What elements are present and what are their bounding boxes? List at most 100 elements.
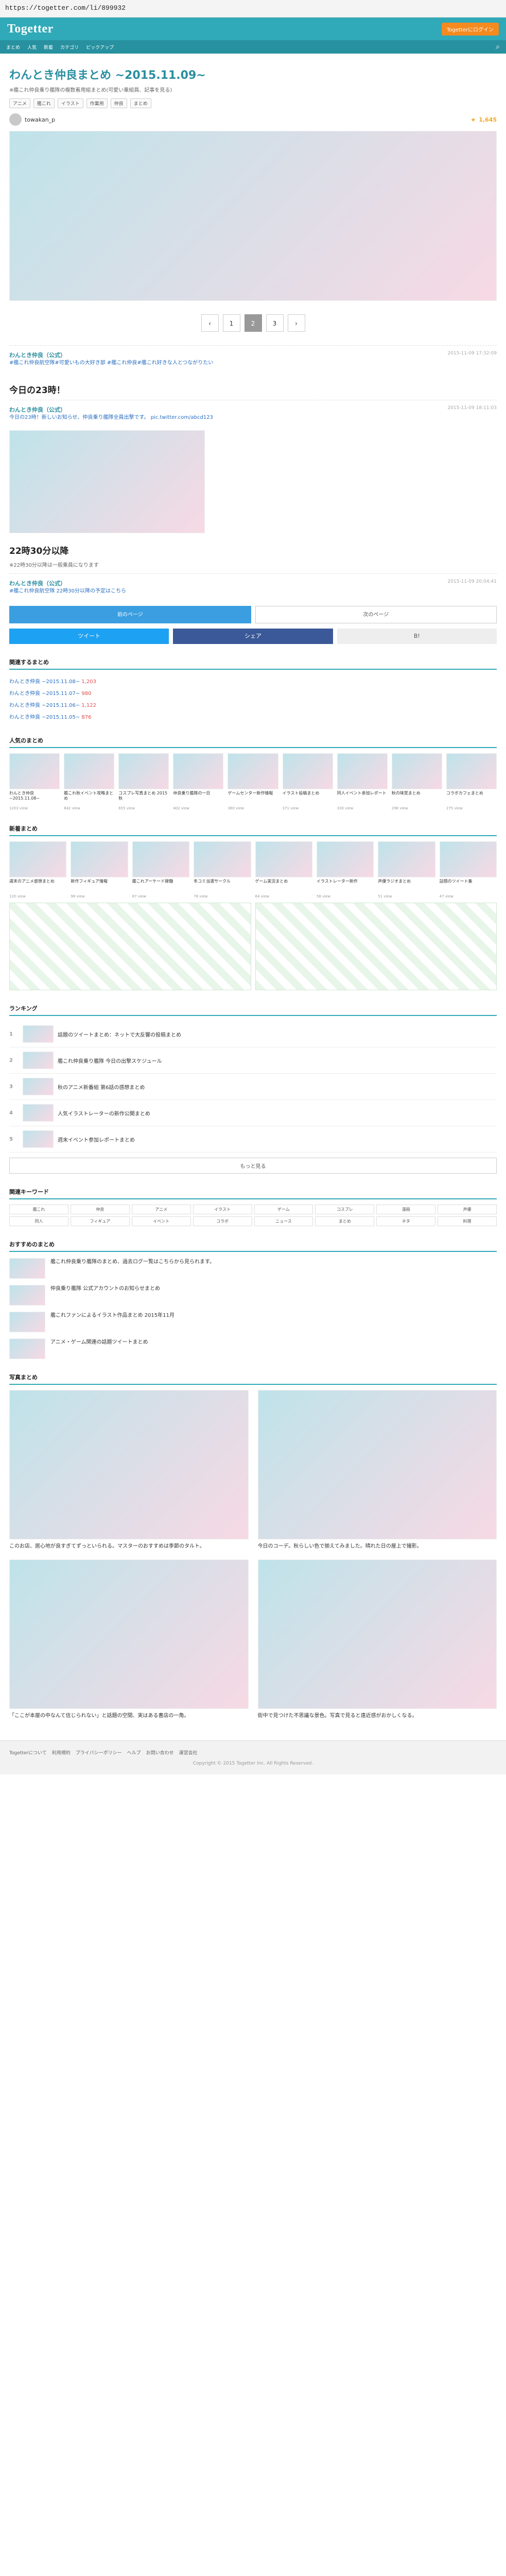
photo-card[interactable]: このお店、居心地が良すぎてずっといられる。マスターのおすすめは季節のタルト。 (9, 1390, 249, 1550)
favorite-count[interactable]: ★ 1,645 (470, 116, 497, 123)
keyword-link[interactable]: 声優 (438, 1205, 497, 1214)
tag[interactable]: アニメ (9, 98, 30, 108)
tweet-author[interactable]: わんとき仲良（公式） (9, 580, 66, 587)
photo-card[interactable]: 街中で見つけた不思議な景色。写真で見ると遠近感がおかしくなる。 (257, 1560, 497, 1720)
keyword-link[interactable]: イベント (131, 1216, 191, 1226)
ranking-item[interactable]: 4 人気イラストレーターの新作公開まとめ (9, 1100, 497, 1126)
ad-banner[interactable] (9, 903, 251, 990)
tag[interactable]: 艦これ (33, 98, 55, 108)
address-bar[interactable]: https://togetter.com/li/899932 (0, 0, 506, 18)
popular-card[interactable]: コスプレ写真まとめ 2015秋 655 view (118, 753, 169, 810)
author-name[interactable]: towakan_p (25, 116, 55, 123)
recommend-item[interactable]: 艦これファンによるイラスト作品まとめ 2015年11月 (9, 1312, 497, 1332)
ad-banner[interactable] (255, 903, 497, 990)
popular-card[interactable]: 同人イベント参加レポート 330 view (337, 753, 388, 810)
page-link-current[interactable]: 2 (244, 314, 262, 332)
new-card[interactable]: 週末のアニメ感想まとめ 120 view (9, 841, 67, 899)
keyword-link[interactable]: ネタ (376, 1216, 436, 1226)
popular-card[interactable]: 仲良乗り艦隊の一日 402 view (173, 753, 224, 810)
tag[interactable]: 作業用 (86, 98, 108, 108)
related-item[interactable]: わんとき仲良 ~2015.11.07~ 980 (9, 687, 497, 699)
tag[interactable]: まとめ (130, 98, 151, 108)
new-card[interactable]: ゲーム実況まとめ 64 view (255, 841, 312, 899)
keyword-link[interactable]: 同人 (9, 1216, 68, 1226)
related-item[interactable]: わんとき仲良 ~2015.11.05~ 876 (9, 710, 497, 722)
login-button[interactable]: Togetterにログイン (441, 22, 499, 36)
subnav-item[interactable]: まとめ (6, 44, 20, 50)
twitter-share-button[interactable]: ツイート (9, 629, 169, 644)
footer-link[interactable]: Togetterについて (9, 1749, 47, 1756)
keyword-link[interactable]: ニュース (254, 1216, 313, 1226)
tag[interactable]: イラスト (57, 98, 83, 108)
avatar[interactable] (9, 113, 22, 126)
new-card[interactable]: 話題のツイート集 47 view (439, 841, 497, 899)
keyword-link[interactable]: コスプレ (315, 1205, 375, 1214)
keyword-link[interactable]: 漫画 (376, 1205, 436, 1214)
photo-card[interactable]: 今日のコーデ。秋らしい色で揃えてみました。晴れた日の屋上で撮影。 (257, 1390, 497, 1550)
popular-card[interactable]: イラスト投稿まとめ 371 view (282, 753, 333, 810)
keyword-link[interactable]: まとめ (315, 1216, 375, 1226)
recommend-heading: おすすめのまとめ (9, 1238, 497, 1252)
hatena-share-button[interactable]: B! (337, 629, 497, 644)
tweet-item: わんとき仲良（公式） 2015-11-09 17:32:09 #艦これ仲良航空隊… (9, 345, 497, 372)
keyword-link[interactable]: イラスト (193, 1205, 252, 1214)
new-card[interactable]: 声優ラジオまとめ 51 view (378, 841, 435, 899)
footer-link[interactable]: 利用規約 (52, 1749, 71, 1756)
tag[interactable]: 仲良 (110, 98, 127, 108)
recommend-item[interactable]: 仲良乗り艦隊 公式アカウントのお知らせまとめ (9, 1285, 497, 1306)
site-logo[interactable]: Togetter (7, 22, 54, 36)
tweet-time[interactable]: 2015-11-09 17:32:09 (447, 351, 497, 356)
keyword-link[interactable]: ゲーム (254, 1205, 313, 1214)
footer-link[interactable]: プライバシーポリシー (76, 1749, 122, 1756)
related-item[interactable]: わんとき仲良 ~2015.11.08~ 1,203 (9, 675, 497, 687)
tweet-author[interactable]: わんとき仲良（公式） (9, 352, 66, 359)
photo-card[interactable]: 「ここが本屋の中なんて信じられない」と話題の空間、実はある書店の一角。 (9, 1560, 249, 1720)
ranking-item[interactable]: 1 話題のツイートまとめ：ネットで大反響の投稿まとめ (9, 1021, 497, 1047)
page-link[interactable]: 3 (266, 314, 284, 332)
more-button[interactable]: もっと見る (9, 1158, 497, 1174)
recommend-item[interactable]: アニメ・ゲーム関連の話題ツイートまとめ (9, 1338, 497, 1359)
keyword-link[interactable]: 料理 (438, 1216, 497, 1226)
tweet-time[interactable]: 2015-11-09 20:04:41 (447, 579, 497, 584)
note-2230: ※22時30分以降は一般乗員になります (9, 563, 99, 568)
tweet-author[interactable]: わんとき仲良（公式） (9, 406, 66, 413)
new-card[interactable]: 冬コミ当選サークル 76 view (194, 841, 251, 899)
keyword-link[interactable]: フィギュア (70, 1216, 130, 1226)
recommend-item[interactable]: 艦これ仲良乗り艦隊のまとめ、過去ログ一覧はこちらから見られます。 (9, 1258, 497, 1279)
subnav-item[interactable]: 人気 (27, 44, 37, 50)
popular-card[interactable]: 秋の味覚まとめ 298 view (391, 753, 442, 810)
popular-card[interactable]: コラボカフェまとめ 275 view (446, 753, 497, 810)
footer-link[interactable]: ヘルプ (127, 1749, 141, 1756)
keyword-link[interactable]: 艦これ (9, 1205, 68, 1214)
footer-link[interactable]: 運営会社 (179, 1749, 198, 1756)
subnav-item[interactable]: 新着 (44, 44, 53, 50)
tweet-time[interactable]: 2015-11-09 18:11:03 (447, 405, 497, 411)
prev-page-button[interactable]: ‹ (201, 314, 219, 332)
page-link[interactable]: 1 (222, 314, 240, 332)
popular-card[interactable]: わんとき仲良 ~2015.11.08~ 1203 view (9, 753, 60, 810)
keyword-link[interactable]: アニメ (131, 1205, 191, 1214)
ranking-item[interactable]: 5 週末イベント参加レポートまとめ (9, 1126, 497, 1153)
hero-image[interactable] (9, 131, 497, 301)
new-card[interactable]: 新作フィギュア情報 98 view (71, 841, 128, 899)
subnav-item[interactable]: ピックアップ (86, 44, 114, 50)
footer-link[interactable]: お問い合わせ (146, 1749, 174, 1756)
search-icon[interactable]: ⌕ (496, 43, 500, 51)
subnav-item[interactable]: カテゴリ (60, 44, 79, 50)
ranking-item[interactable]: 2 艦これ仲良乗り艦隊 今日の出撃スケジュール (9, 1047, 497, 1074)
facebook-share-button[interactable]: シェア (173, 629, 333, 644)
tweet-image[interactable] (9, 430, 205, 533)
page-description: ※艦これ仲良乗り艦隊の複数着用組まとめ(可愛い乗組員、記事を見る) (9, 88, 172, 93)
next-page-button[interactable]: 次のページ (255, 606, 497, 623)
new-card[interactable]: 艦これアーケード稼働 87 view (132, 841, 190, 899)
next-page-button[interactable]: › (287, 314, 305, 332)
keyword-link[interactable]: 仲良 (70, 1205, 130, 1214)
popular-card[interactable]: ゲームセンター新作情報 380 view (228, 753, 278, 810)
new-card[interactable]: イラストレーター新作 58 view (316, 841, 374, 899)
ranking-item[interactable]: 3 秋のアニメ新番組 第6話の感想まとめ (9, 1074, 497, 1100)
footer-links: Togetterについて 利用規約 プライバシーポリシー ヘルプ お問い合わせ … (9, 1749, 497, 1756)
keyword-link[interactable]: コラボ (193, 1216, 252, 1226)
popular-card[interactable]: 艦これ秋イベント攻略まとめ 842 view (64, 753, 115, 810)
prev-page-button[interactable]: 前のページ (9, 606, 251, 623)
related-item[interactable]: わんとき仲良 ~2015.11.06~ 1,122 (9, 699, 497, 710)
